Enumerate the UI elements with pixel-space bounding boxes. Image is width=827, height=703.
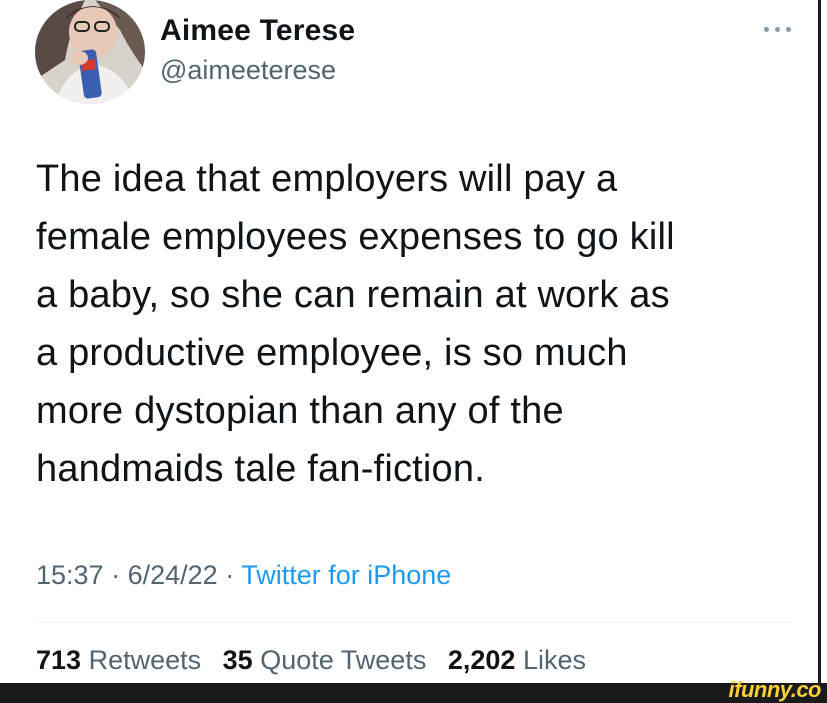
quote-tweets-label: Quote Tweets [260,645,427,675]
retweets-count: 713 [36,645,82,675]
dot [775,27,780,32]
likes-label: Likes [522,645,586,675]
handle[interactable]: @aimeeterese [160,55,336,86]
tweet-text-line: more dystopian than any of the [36,390,564,432]
tweet-meta: 15:37 · 6/24/22 · Twitter for iPhone [36,560,451,591]
quote-tweets-stat[interactable]: 35 Quote Tweets [223,645,434,675]
tweet-date[interactable]: 6/24/22 [128,560,218,590]
quote-tweets-count: 35 [222,645,253,675]
retweets-stat[interactable]: 713 Retweets [36,645,209,675]
likes-stat[interactable]: 2,202 Likes [448,645,586,675]
tweet-time[interactable]: 15:37 [36,560,104,590]
dot [764,27,769,32]
watermark-bar [0,683,827,703]
retweets-label: Retweets [88,645,202,675]
tweet-text-line: a baby, so she can remain at work as [36,274,670,316]
separator: · [111,560,121,590]
divider [36,622,793,623]
display-name[interactable]: Aimee Terese [160,14,355,48]
dot [786,27,791,32]
tweet-card: Aimee Terese @aimeeterese The idea that … [0,0,818,683]
tweet-text-line: female employees expenses to go kill [36,216,675,258]
tweet-text-line: handmaids tale fan-fiction. [36,448,485,490]
tweet-source-link[interactable]: Twitter for iPhone [241,560,451,590]
tweet-text: The idea that employers will pay a femal… [36,150,776,498]
tweet-text-line: a productive employee, is so much [36,332,628,374]
more-options-icon[interactable] [762,22,794,38]
tweet-stats: 713 Retweets 35 Quote Tweets 2,202 Likes [36,645,600,676]
likes-count: 2,202 [447,645,516,675]
right-edge-border [818,0,827,683]
profile-photo-icon [35,0,145,104]
avatar[interactable] [35,0,145,104]
separator: · [225,560,235,590]
watermark-logo: ifunny.co [728,677,822,702]
tweet-text-line: The idea that employers will pay a [36,158,618,200]
